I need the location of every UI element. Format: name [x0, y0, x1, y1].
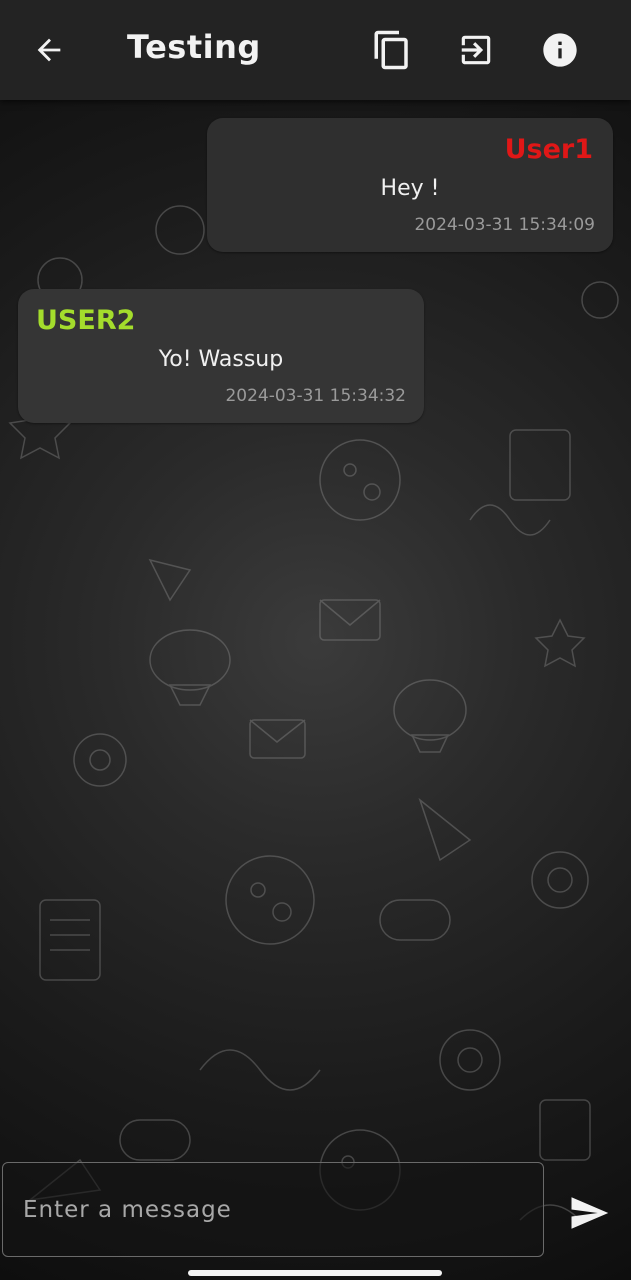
send-button[interactable]: [563, 1187, 615, 1239]
sender-name: User1: [504, 134, 593, 165]
message-timestamp: 2024-03-31 15:34:32: [225, 386, 406, 406]
message-bubble-incoming[interactable]: USER2 Yo! Wassup 2024-03-31 15:34:32: [18, 289, 424, 423]
message-timestamp: 2024-03-31 15:34:09: [414, 215, 595, 235]
info-button[interactable]: [536, 26, 584, 74]
exit-icon: [461, 35, 491, 65]
send-icon: [571, 1197, 609, 1229]
message-text: Hey !: [380, 176, 440, 201]
info-icon: [543, 33, 577, 67]
back-button[interactable]: [25, 26, 73, 74]
message-input[interactable]: [21, 1187, 525, 1233]
doodle-background: [8, 205, 619, 1221]
message-text: Yo! Wassup: [158, 347, 284, 372]
sender-name: USER2: [36, 305, 136, 336]
copy-icon: [374, 30, 408, 70]
message-bubble-outgoing[interactable]: User1 Hey ! 2024-03-31 15:34:09: [207, 118, 613, 252]
chat-title: Testing: [127, 28, 261, 66]
exit-button[interactable]: [452, 26, 500, 74]
copy-button[interactable]: [368, 26, 416, 74]
arrow-left-icon: [37, 38, 61, 62]
app-bar: Testing: [0, 0, 631, 100]
message-input-container: [2, 1162, 544, 1257]
chat-screen: Testing User1 Hey ! 2024-03-31 15:34:09 …: [0, 0, 631, 1280]
home-indicator[interactable]: [188, 1270, 442, 1276]
